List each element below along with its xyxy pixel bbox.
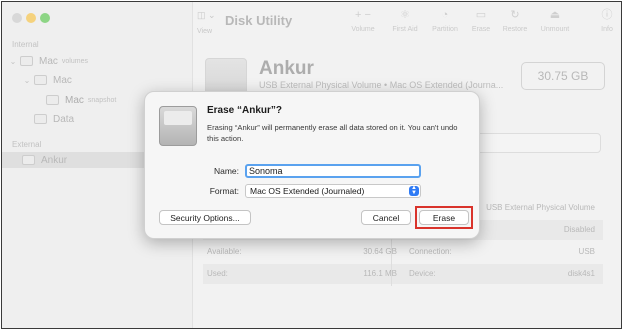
chevron-updown-icon: ▲ ▼ xyxy=(409,185,419,196)
cancel-button[interactable]: Cancel xyxy=(361,210,411,225)
external-disk-icon xyxy=(159,106,197,146)
dialog-message: Erasing “Ankur” will permanently erase a… xyxy=(207,123,458,143)
name-label: Name: xyxy=(213,166,239,176)
name-field[interactable] xyxy=(245,164,421,178)
format-label: Format: xyxy=(209,186,239,196)
security-options-button[interactable]: Security Options... xyxy=(159,210,251,225)
format-value: Mac OS Extended (Journaled) xyxy=(250,186,365,196)
format-select[interactable]: Mac OS Extended (Journaled) ▲ ▼ xyxy=(245,184,421,198)
erase-button[interactable]: Erase xyxy=(419,210,469,225)
erase-dialog: Erase “Ankur”? Erasing “Ankur” will perm… xyxy=(144,91,480,239)
dialog-title: Erase “Ankur”? xyxy=(207,105,283,116)
